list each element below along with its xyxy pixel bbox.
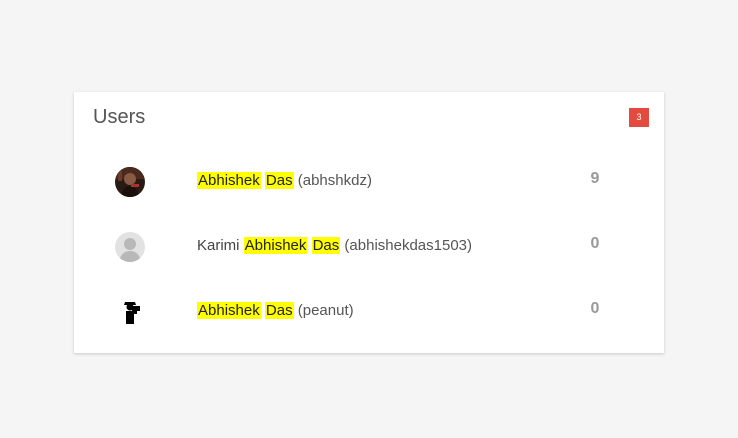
user-row[interactable]: Abhishek Das (peanut) 0	[74, 292, 664, 332]
user-row[interactable]: Abhishek Das (abhshkdz) 9	[74, 162, 664, 202]
user-handle: (abhshkdz)	[297, 172, 372, 189]
users-count-badge: 3	[629, 108, 649, 127]
user-photo-icon[interactable]	[115, 167, 145, 197]
user-count: 9	[590, 170, 600, 187]
user-count: 0	[590, 300, 600, 317]
users-card: Users 3 Abhishek Das (abhshkdz) 9 Karimi	[74, 92, 664, 353]
user-row[interactable]: Karimi Abhishek Das (abhishekdas1503) 0	[74, 227, 664, 267]
highlight-first-name: Abhishek	[197, 172, 261, 189]
highlight-last-name: Das	[311, 237, 341, 254]
name-prefix: Karimi	[197, 237, 244, 254]
default-user-icon[interactable]	[115, 232, 145, 262]
photographer-silhouette-icon[interactable]	[115, 297, 145, 327]
highlight-last-name: Das	[264, 302, 294, 319]
user-name[interactable]: Abhishek Das (abhshkdz)	[197, 172, 372, 189]
card-title: Users	[93, 106, 146, 128]
user-count: 0	[590, 235, 600, 252]
user-handle: (peanut)	[297, 302, 354, 319]
user-name[interactable]: Karimi Abhishek Das (abhishekdas1503)	[197, 237, 472, 254]
highlight-first-name: Abhishek	[243, 237, 308, 254]
highlight-first-name: Abhishek	[197, 302, 261, 319]
user-handle: (abhishekdas1503)	[344, 237, 473, 254]
highlight-last-name: Das	[264, 172, 294, 189]
user-name[interactable]: Abhishek Das (peanut)	[197, 302, 354, 319]
